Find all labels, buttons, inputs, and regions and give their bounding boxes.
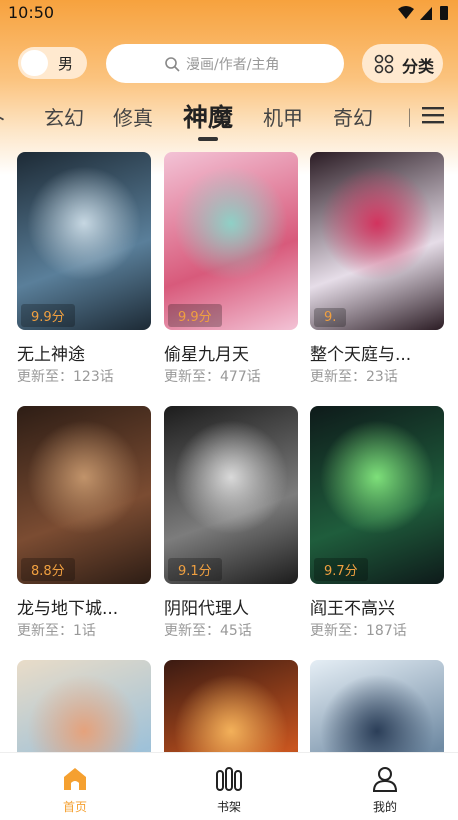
genre-tabs: 卜 玄幻 修真 神魔 机甲 奇幻 卜: [0, 96, 410, 140]
comic-title[interactable]: 整个天庭与...: [310, 340, 444, 365]
comic-update-status: 更新至：23话: [310, 369, 398, 385]
comic-update-status: 更新至：1话: [17, 623, 96, 639]
signal-icon: [420, 7, 432, 20]
search-input[interactable]: 漫画/作者/主角: [106, 44, 344, 83]
comic-cover[interactable]: 8.8分: [17, 406, 151, 584]
gender-toggle[interactable]: 男: [18, 47, 87, 79]
status-icons: [398, 6, 448, 20]
status-bar: 10:50: [0, 0, 458, 26]
bottom-nav: 首页 书架 我的: [0, 752, 458, 820]
comic-title[interactable]: 无上神途: [17, 340, 151, 365]
comic-update-status: 更新至：187话: [310, 623, 407, 639]
header-background: [0, 0, 458, 175]
category-grid-icon: [374, 54, 394, 74]
nav-profile[interactable]: 我的: [355, 765, 415, 815]
tab-qihuan[interactable]: 奇幻: [333, 102, 373, 131]
comic-cover[interactable]: 9.9分: [17, 152, 151, 330]
comic-update-status: 更新至：123话: [17, 369, 114, 385]
comic-score: 8.8分: [21, 558, 75, 581]
bookshelf-icon: [216, 767, 242, 791]
comic-title[interactable]: 偷星九月天: [164, 340, 298, 365]
comic-score: 9.7分: [314, 558, 368, 581]
tab-xiuzhen[interactable]: 修真: [113, 102, 153, 131]
comic-score: 9.9分: [168, 304, 222, 327]
tab-jijia[interactable]: 机甲: [263, 102, 303, 131]
profile-icon: [372, 767, 398, 792]
tab-shenmo[interactable]: 神魔: [183, 98, 233, 134]
comic-cover[interactable]: 9.: [310, 152, 444, 330]
tab-active-indicator: [198, 137, 218, 141]
comic-title[interactable]: 阴阳代理人: [164, 594, 298, 619]
battery-icon: [440, 6, 448, 20]
gender-toggle-knob: [21, 50, 48, 76]
nav-home-label: 首页: [62, 800, 87, 814]
status-time: 10:50: [8, 3, 55, 22]
comic-title[interactable]: 阎王不高兴: [310, 594, 444, 619]
comic-title[interactable]: 龙与地下城...: [17, 594, 151, 619]
gender-label: 男: [58, 55, 74, 73]
tab-cut-right[interactable]: 卜: [402, 102, 410, 131]
category-label: 分类: [402, 57, 435, 76]
home-icon: [64, 768, 86, 790]
search-icon: [165, 57, 180, 72]
comic-score: 9.9分: [21, 304, 75, 327]
comic-update-status: 更新至：477话: [164, 369, 261, 385]
comic-update-status: 更新至：45话: [164, 623, 252, 639]
comic-score: 9.1分: [168, 558, 222, 581]
comic-score: 9.: [314, 308, 347, 327]
search-placeholder: 漫画/作者/主角: [186, 57, 280, 73]
comic-cover[interactable]: 9.9分: [164, 152, 298, 330]
nav-home[interactable]: 首页: [45, 765, 105, 815]
nav-bookshelf[interactable]: 书架: [199, 765, 259, 815]
comic-cover[interactable]: 9.1分: [164, 406, 298, 584]
nav-profile-label: 我的: [372, 800, 397, 814]
tab-cut-left[interactable]: 卜: [0, 102, 6, 131]
menu-icon[interactable]: [422, 105, 444, 125]
tab-xuanhuan[interactable]: 玄幻: [44, 102, 84, 131]
nav-bookshelf-label: 书架: [216, 800, 241, 814]
category-button[interactable]: 分类: [362, 44, 443, 83]
comic-cover[interactable]: 9.7分: [310, 406, 444, 584]
wifi-icon: [398, 6, 414, 19]
